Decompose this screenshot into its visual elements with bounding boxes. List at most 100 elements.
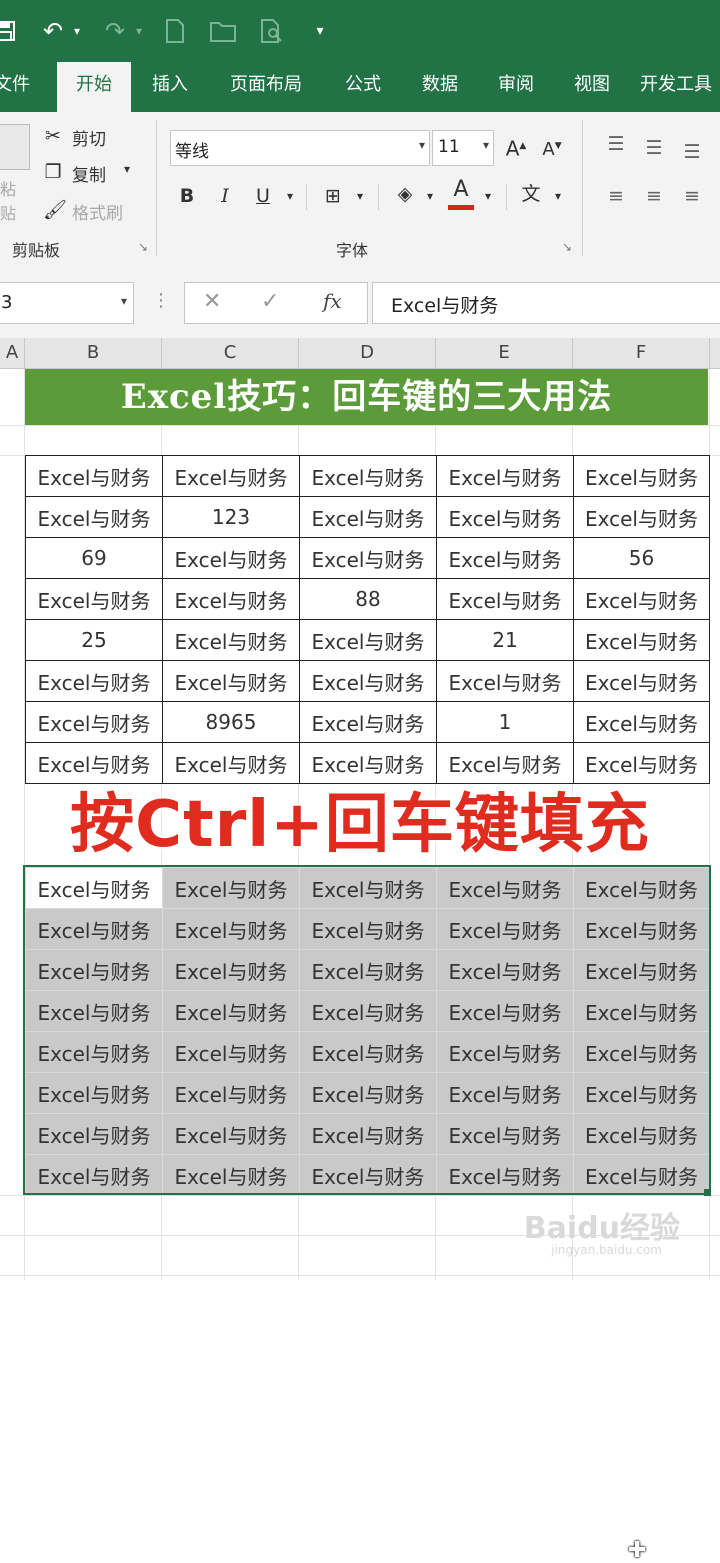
- formula-input[interactable]: Excel与财务: [372, 282, 720, 324]
- paste-icon[interactable]: [0, 124, 30, 170]
- tab-insert[interactable]: 插入: [140, 62, 200, 112]
- underline-dropdown-icon[interactable]: ▾: [282, 182, 298, 210]
- table-cell[interactable]: Excel与财务: [573, 455, 710, 497]
- table-cell[interactable]: 1: [436, 701, 574, 743]
- fill-dropdown-icon[interactable]: ▾: [422, 182, 438, 210]
- table-cell[interactable]: 56: [573, 537, 710, 579]
- table-cell[interactable]: Excel与财务: [573, 701, 710, 743]
- grow-font-button[interactable]: A▲: [502, 132, 530, 163]
- enter-check-icon[interactable]: ✓: [261, 289, 279, 314]
- table-cell[interactable]: Excel与财务: [436, 660, 574, 702]
- table-cell[interactable]: Excel与财务: [299, 701, 437, 743]
- name-box[interactable]: 3 ▾: [0, 282, 134, 324]
- column-header-c[interactable]: C: [162, 338, 299, 368]
- column-header-d[interactable]: D: [299, 338, 436, 368]
- column-header-a[interactable]: A: [0, 338, 25, 368]
- fill-handle[interactable]: [704, 1189, 711, 1196]
- table-cell[interactable]: Excel与财务: [436, 455, 574, 497]
- clipboard-launcher-icon[interactable]: ↘: [138, 240, 148, 254]
- table-cell[interactable]: Excel与财务: [25, 701, 163, 743]
- table-cell[interactable]: Excel与财务: [436, 742, 574, 784]
- print-preview-icon[interactable]: [258, 16, 286, 46]
- underline-button[interactable]: U: [250, 182, 276, 210]
- phonetic-dropdown-icon[interactable]: ▾: [550, 182, 566, 210]
- table-cell[interactable]: Excel与财务: [573, 578, 710, 620]
- table-cell[interactable]: Excel与财务: [162, 660, 300, 702]
- tab-page-layout[interactable]: 页面布局: [218, 62, 314, 112]
- table-cell[interactable]: Excel与财务: [162, 742, 300, 784]
- drag-handle-icon[interactable]: ⋮: [152, 290, 170, 311]
- font-color-button[interactable]: A: [446, 176, 476, 204]
- table-cell[interactable]: Excel与财务: [25, 578, 163, 620]
- table-cell[interactable]: Excel与财务: [25, 496, 163, 538]
- table-cell[interactable]: Excel与财务: [162, 537, 300, 579]
- column-header-f[interactable]: F: [573, 338, 710, 368]
- column-header-b[interactable]: B: [25, 338, 162, 368]
- tab-formulas[interactable]: 公式: [332, 62, 394, 112]
- cancel-icon[interactable]: ✕: [203, 289, 221, 314]
- table-cell[interactable]: Excel与财务: [573, 619, 710, 661]
- align-top-icon[interactable]: ☰: [602, 130, 630, 158]
- table-cell[interactable]: Excel与财务: [299, 619, 437, 661]
- new-file-icon[interactable]: [162, 16, 188, 46]
- table-cell[interactable]: 8965: [162, 701, 300, 743]
- font-size-select[interactable]: 11 ▾: [432, 130, 494, 166]
- align-center-icon[interactable]: ≡: [640, 182, 668, 210]
- table-cell[interactable]: Excel与财务: [299, 660, 437, 702]
- tab-home[interactable]: 开始: [57, 62, 131, 112]
- save-icon[interactable]: [0, 16, 18, 46]
- table-cell[interactable]: Excel与财务: [573, 496, 710, 538]
- table-cell[interactable]: Excel与财务: [162, 578, 300, 620]
- tab-view[interactable]: 视图: [562, 62, 622, 112]
- open-folder-icon[interactable]: [208, 16, 238, 46]
- redo-dropdown-icon[interactable]: ▾: [132, 16, 146, 46]
- customize-icon[interactable]: ▾: [312, 16, 328, 46]
- undo-icon[interactable]: ↶: [38, 16, 68, 46]
- undo-dropdown-icon[interactable]: ▾: [70, 16, 84, 46]
- table-cell[interactable]: Excel与财务: [25, 455, 163, 497]
- table-cell[interactable]: 123: [162, 496, 300, 538]
- paste-label[interactable]: 粘贴: [0, 176, 22, 224]
- copy-button[interactable]: 复制: [72, 161, 106, 186]
- table-cell[interactable]: Excel与财务: [162, 619, 300, 661]
- worksheet[interactable]: Excel技巧：回车键的三大用法 Excel与财务 Excel与财务 Excel与财…: [0, 369, 720, 1563]
- table-cell[interactable]: Excel与财务: [436, 496, 574, 538]
- table-cell[interactable]: Excel与财务: [299, 537, 437, 579]
- cut-button[interactable]: 剪切: [72, 125, 106, 150]
- align-middle-icon[interactable]: ☰: [640, 134, 668, 162]
- table-cell[interactable]: Excel与财务: [25, 742, 163, 784]
- table-cell[interactable]: 69: [25, 537, 163, 579]
- format-painter-button[interactable]: 格式刷: [72, 199, 123, 224]
- table-cell[interactable]: Excel与财务: [436, 578, 574, 620]
- table-cell[interactable]: 21: [436, 619, 574, 661]
- phonetic-icon[interactable]: 文: [516, 180, 546, 208]
- tab-review[interactable]: 审阅: [486, 62, 546, 112]
- font-launcher-icon[interactable]: ↘: [562, 240, 572, 254]
- border-icon[interactable]: ⊞: [318, 182, 348, 210]
- fill-color-icon[interactable]: ◈: [390, 180, 420, 208]
- table-cell[interactable]: 25: [25, 619, 163, 661]
- table-cell[interactable]: Excel与财务: [436, 537, 574, 579]
- table-cell[interactable]: Excel与财务: [573, 742, 710, 784]
- table-cell[interactable]: Excel与财务: [25, 660, 163, 702]
- column-header-e[interactable]: E: [436, 338, 573, 368]
- font-name-select[interactable]: 等线 ▾: [170, 130, 430, 166]
- copy-dropdown-icon[interactable]: ▾: [124, 162, 130, 176]
- redo-icon[interactable]: ↷: [100, 16, 130, 46]
- align-right-icon[interactable]: ≡: [678, 182, 706, 210]
- table-cell[interactable]: Excel与财务: [299, 742, 437, 784]
- tab-developer[interactable]: 开发工具: [640, 62, 720, 112]
- tab-data[interactable]: 数据: [410, 62, 470, 112]
- table-cell[interactable]: 88: [299, 578, 437, 620]
- table-cell[interactable]: Excel与财务: [299, 455, 437, 497]
- tab-file[interactable]: 文件: [0, 62, 32, 112]
- bold-button[interactable]: B: [174, 182, 200, 210]
- border-dropdown-icon[interactable]: ▾: [352, 182, 368, 210]
- italic-button[interactable]: I: [212, 182, 238, 210]
- align-bottom-icon[interactable]: ☰: [678, 138, 706, 166]
- insert-function-button[interactable]: fx: [323, 289, 342, 313]
- table-cell[interactable]: Excel与财务: [573, 660, 710, 702]
- align-left-icon[interactable]: ≡: [602, 182, 630, 210]
- table-cell[interactable]: Excel与财务: [162, 455, 300, 497]
- font-color-dropdown-icon[interactable]: ▾: [480, 182, 496, 210]
